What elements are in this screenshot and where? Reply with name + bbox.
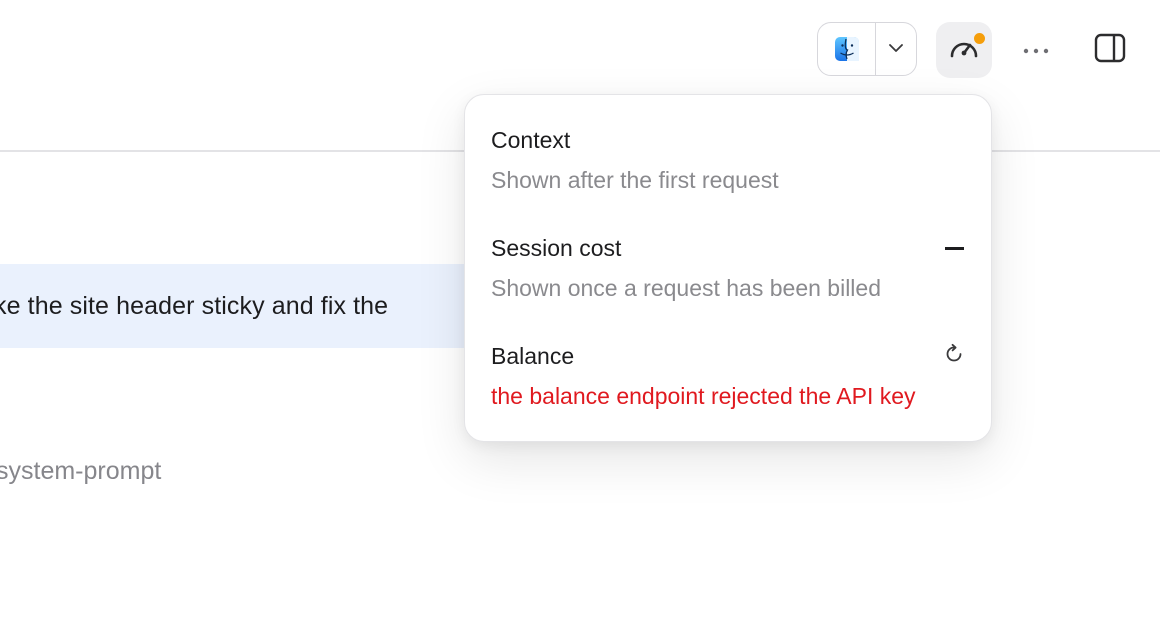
refresh-icon	[943, 343, 965, 370]
session-cost-subtitle: Shown once a request has been billed	[491, 275, 882, 301]
app-picker-dropdown-button[interactable]	[876, 23, 916, 75]
toolbar	[0, 0, 1160, 100]
system-prompt-label: system-prompt	[0, 457, 162, 485]
sidebar-right-icon	[1094, 33, 1126, 68]
toggle-side-panel-button[interactable]	[1082, 22, 1138, 78]
context-subtitle: Shown after the first request	[491, 167, 779, 193]
open-in-app-picker[interactable]	[817, 22, 917, 76]
open-in-finder-button[interactable]	[818, 23, 876, 75]
refresh-balance-button[interactable]	[939, 341, 969, 371]
balance-title: Balance	[491, 343, 575, 369]
balance-error-message: the balance endpoint rejected the API ke…	[491, 383, 916, 409]
user-message-text: ke the site header sticky and fix the	[0, 291, 389, 320]
chevron-down-icon	[888, 40, 904, 58]
finder-icon	[834, 36, 860, 62]
app-window: ke the site header sticky and fix the sy…	[0, 0, 1160, 640]
usage-status-dot	[973, 32, 986, 45]
usage-popover: Context Shown after the first request Se…	[464, 94, 992, 442]
session-cost-title: Session cost	[491, 235, 622, 261]
session-cost-section: Session cost Shown once a request has be…	[491, 233, 965, 303]
usage-button[interactable]	[936, 22, 992, 78]
balance-section: Balance the balance endpoint rejected th…	[491, 341, 965, 411]
user-message-bubble: ke the site header sticky and fix the	[0, 264, 480, 348]
more-options-button[interactable]	[1010, 22, 1062, 78]
context-title: Context	[491, 127, 571, 153]
session-cost-value	[945, 247, 964, 250]
ellipsis-icon	[1023, 41, 1049, 59]
context-section: Context Shown after the first request	[491, 125, 965, 195]
